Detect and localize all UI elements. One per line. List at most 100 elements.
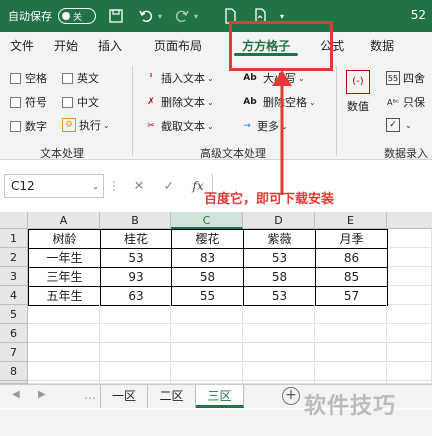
empty-cell[interactable] — [315, 324, 387, 343]
table-cell[interactable]: 93 — [100, 267, 172, 287]
select-all-corner[interactable] — [0, 212, 28, 229]
empty-cell[interactable] — [388, 267, 432, 286]
empty-cell[interactable] — [388, 229, 432, 248]
table-cell[interactable]: 一年生 — [28, 248, 101, 268]
cancel-icon[interactable]: ✕ — [124, 179, 154, 194]
column-header-e[interactable]: E — [315, 212, 387, 229]
row-header[interactable]: 2 — [0, 248, 28, 267]
table-cell[interactable]: 月季 — [315, 229, 388, 249]
table-cell[interactable]: 樱花 — [171, 229, 244, 249]
table-cell[interactable]: 58 — [171, 267, 244, 287]
table-cell[interactable]: 86 — [315, 248, 388, 268]
empty-cell[interactable] — [28, 343, 100, 362]
sheet-nav-prev-icon[interactable]: ◀ — [12, 389, 20, 400]
empty-cell[interactable] — [171, 343, 243, 362]
table-cell[interactable]: 85 — [315, 267, 388, 287]
column-header-a[interactable]: A — [28, 212, 100, 229]
empty-cell[interactable] — [28, 362, 100, 381]
checkbox-english[interactable]: 英文 — [62, 70, 99, 86]
table-cell[interactable]: 三年生 — [28, 267, 101, 287]
checkbox-number[interactable]: 数字 — [10, 118, 47, 134]
undo-dropdown-icon[interactable]: ▾ — [158, 12, 162, 21]
table-cell[interactable]: 83 — [171, 248, 244, 268]
cut-text-button[interactable]: ✂ 截取文本 ⌄ — [144, 118, 213, 134]
confirm-icon[interactable]: ✓ — [154, 179, 184, 194]
empty-cell[interactable] — [243, 324, 315, 343]
empty-cell[interactable] — [100, 305, 171, 324]
empty-cell[interactable] — [387, 324, 432, 343]
name-box-dropdown-icon[interactable]: ⌄ — [92, 182, 99, 191]
quick-access-dropdown-icon[interactable]: ▾ — [280, 12, 284, 21]
empty-cell[interactable] — [171, 324, 243, 343]
empty-cell[interactable] — [171, 305, 243, 324]
empty-cell[interactable] — [243, 343, 315, 362]
sheet-tab-1[interactable]: 一区 — [100, 385, 148, 408]
empty-cell[interactable] — [28, 324, 100, 343]
autosave-toggle[interactable]: 关 — [58, 8, 96, 24]
tab-file[interactable]: 文件 — [0, 32, 44, 60]
check-icon: ✓ — [386, 118, 400, 132]
execute-button[interactable]: ⚙ 执行 ⌄ — [62, 117, 110, 133]
table-cell[interactable]: 55 — [171, 286, 244, 306]
empty-cell[interactable] — [171, 362, 243, 381]
empty-cell[interactable] — [315, 305, 387, 324]
sheet-nav-next-icon[interactable]: ▶ — [38, 389, 46, 400]
row-header[interactable]: 8 — [0, 362, 28, 381]
delete-text-icon: ✗ — [147, 97, 155, 107]
table-cell[interactable]: 桂花 — [100, 229, 172, 249]
empty-cell[interactable] — [387, 305, 432, 324]
value-button[interactable]: (-) 数值 — [346, 70, 370, 114]
row-header[interactable]: 6 — [0, 324, 28, 343]
table-cell[interactable]: 53 — [243, 248, 316, 268]
row-header[interactable]: 3 — [0, 267, 28, 286]
row-header[interactable]: 5 — [0, 305, 28, 324]
round-button[interactable]: 55 四舍 — [386, 70, 425, 86]
sheet-tab-3[interactable]: 三区 — [196, 385, 244, 408]
checkbox-space[interactable]: 空格 — [10, 70, 47, 86]
empty-cell[interactable] — [387, 343, 432, 362]
column-header-c[interactable]: C — [171, 212, 243, 229]
sheet-tab-2[interactable]: 二区 — [148, 385, 196, 408]
checkbox-chinese[interactable]: 中文 — [62, 94, 99, 110]
empty-cell[interactable] — [388, 286, 432, 305]
only-keep-button[interactable]: Aᴮᶜ 只保 — [386, 94, 425, 110]
row-header[interactable]: 4 — [0, 286, 28, 305]
table-cell[interactable]: 紫薇 — [243, 229, 316, 249]
empty-cell[interactable] — [28, 305, 100, 324]
empty-cell[interactable] — [100, 362, 171, 381]
row-header[interactable]: 7 — [0, 343, 28, 362]
empty-cell[interactable] — [100, 343, 171, 362]
insert-text-button[interactable]: ᴵ 插入文本 ⌄ — [144, 70, 214, 86]
add-sheet-icon[interactable]: + — [282, 387, 300, 405]
table-cell[interactable]: 58 — [243, 267, 316, 287]
tab-home[interactable]: 开始 — [44, 32, 88, 60]
row-header[interactable]: 1 — [0, 229, 28, 248]
empty-cell[interactable] — [315, 362, 387, 381]
table-cell[interactable]: 53 — [100, 248, 172, 268]
redo-dropdown-icon[interactable]: ▾ — [194, 12, 198, 21]
save-icon[interactable] — [106, 6, 126, 26]
delete-text-button[interactable]: ✗ 删除文本 ⌄ — [144, 94, 213, 110]
tab-page-layout[interactable]: 页面布局 — [144, 32, 212, 60]
column-header-b[interactable]: B — [100, 212, 171, 229]
table-cell[interactable]: 63 — [100, 286, 172, 306]
column-header-f[interactable] — [387, 212, 432, 229]
empty-cell[interactable] — [243, 362, 315, 381]
empty-cell[interactable] — [243, 305, 315, 324]
table-cell[interactable]: 树龄 — [28, 229, 101, 249]
empty-cell[interactable] — [100, 324, 171, 343]
name-box[interactable]: C12 ⌄ — [4, 174, 104, 198]
table-cell[interactable]: 57 — [315, 286, 388, 306]
column-header-d[interactable]: D — [243, 212, 315, 229]
check-button[interactable]: ✓ ⌄ — [386, 118, 412, 132]
empty-cell[interactable] — [387, 362, 432, 381]
undo-icon[interactable] — [136, 6, 156, 26]
tab-data[interactable]: 数据 — [360, 32, 404, 60]
table-cell[interactable]: 53 — [243, 286, 316, 306]
empty-cell[interactable] — [388, 248, 432, 267]
empty-cell[interactable] — [315, 343, 387, 362]
checkbox-symbol[interactable]: 符号 — [10, 94, 47, 110]
tab-insert[interactable]: 插入 — [88, 32, 132, 60]
table-cell[interactable]: 五年生 — [28, 286, 101, 306]
redo-icon[interactable] — [172, 6, 192, 26]
